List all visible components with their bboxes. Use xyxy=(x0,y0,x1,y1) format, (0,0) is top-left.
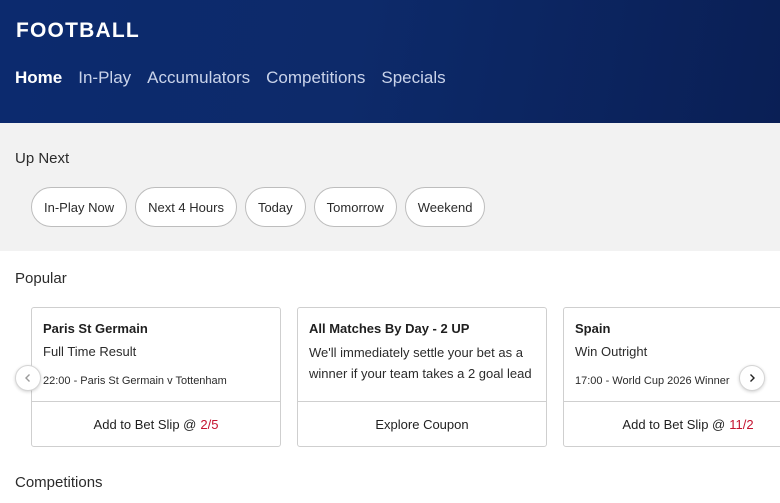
up-next-section: Up Next In-Play Now Next 4 Hours Today T… xyxy=(0,123,780,251)
popular-card-psg: Paris St Germain Full Time Result 22:00 … xyxy=(31,307,281,447)
tab-home[interactable]: Home xyxy=(15,68,62,88)
filter-in-play-now[interactable]: In-Play Now xyxy=(31,187,128,227)
card-event-time: 17:00 - World Cup 2026 Winner xyxy=(575,375,730,387)
chevron-left-icon xyxy=(25,374,30,382)
competitions-title: Competitions xyxy=(15,474,103,491)
add-to-bet-slip-button[interactable]: Add to Bet Slip @2/5 xyxy=(32,401,280,446)
filter-today[interactable]: Today xyxy=(244,187,306,227)
filter-next-4-hours[interactable]: Next 4 Hours xyxy=(135,187,237,227)
tab-specials[interactable]: Specials xyxy=(381,68,445,88)
chevron-right-icon xyxy=(750,374,755,382)
page-title: FOOTBALL xyxy=(16,19,140,42)
filter-tomorrow[interactable]: Tomorrow xyxy=(313,187,397,227)
up-next-filters: In-Play Now Next 4 Hours Today Tomorrow … xyxy=(31,187,493,227)
add-to-bet-slip-button[interactable]: Add to Bet Slip @11/2 xyxy=(564,401,780,446)
up-next-title: Up Next xyxy=(15,150,70,167)
tab-accumulators[interactable]: Accumulators xyxy=(147,68,250,88)
card-market: Full Time Result xyxy=(43,344,137,359)
card-title: Spain xyxy=(575,321,611,336)
add-to-bet-slip-label: Add to Bet Slip @ xyxy=(93,416,197,432)
tab-in-play[interactable]: In-Play xyxy=(78,68,131,88)
card-title: Paris St Germain xyxy=(43,321,148,336)
sport-header: FOOTBALL Home In-Play Accumulators Compe… xyxy=(0,0,780,123)
odds-value: 11/2 xyxy=(729,416,754,432)
odds-value: 2/5 xyxy=(200,416,219,432)
card-event-time: 22:00 - Paris St Germain v Tottenham xyxy=(43,375,227,387)
tab-competitions[interactable]: Competitions xyxy=(266,68,365,88)
carousel-next-button[interactable] xyxy=(739,365,765,391)
card-title: All Matches By Day - 2 UP xyxy=(309,321,470,336)
filter-weekend[interactable]: Weekend xyxy=(404,187,486,227)
popular-title: Popular xyxy=(15,270,67,287)
add-to-bet-slip-label: Add to Bet Slip @ xyxy=(622,416,726,432)
card-market: Win Outright xyxy=(575,344,648,359)
card-description: We'll immediately settle your bet as a w… xyxy=(309,345,532,381)
explore-coupon-button[interactable]: Explore Coupon xyxy=(298,401,546,446)
sport-nav: Home In-Play Accumulators Competitions S… xyxy=(15,68,462,88)
popular-card-2up: All Matches By Day - 2 UP We'll immediat… xyxy=(297,307,547,447)
carousel-prev-button[interactable] xyxy=(15,365,41,391)
